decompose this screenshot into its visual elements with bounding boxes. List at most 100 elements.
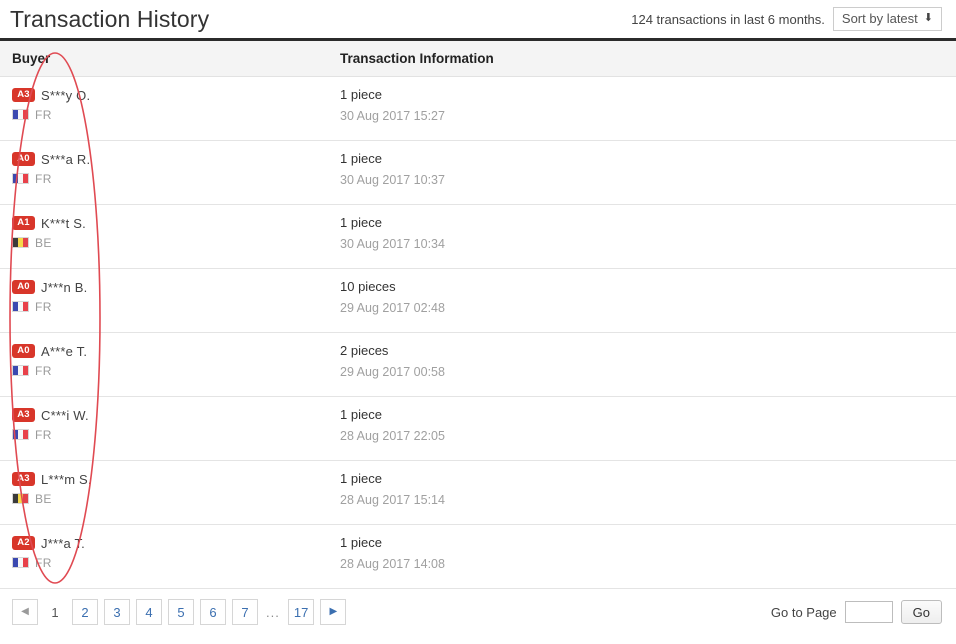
transaction-date: 28 Aug 2017 15:14 (340, 493, 445, 507)
buyer-country-code: BE (35, 491, 52, 506)
pagination-bar: ◀ 1 234567 ... 17 ▶ Go to Page Go (0, 589, 956, 625)
caret-down-icon: ⬇ (923, 12, 933, 24)
transaction-quantity: 1 piece (340, 215, 382, 230)
transaction-date: 29 Aug 2017 00:58 (340, 365, 445, 379)
transaction-info-cell: 10 pieces 29 Aug 2017 02:48 (328, 268, 956, 333)
buyer-identity: A0 A***e T. (12, 343, 328, 359)
flag-fr-icon (12, 109, 29, 120)
buyer-identity: A2 J***a T. (12, 535, 328, 551)
goto-page-group: Go to Page Go (771, 600, 942, 624)
buyer-name: C***i W. (41, 407, 89, 423)
buyer-country-code: BE (35, 235, 52, 250)
buyer-cell: A2 J***a T. FR (0, 524, 328, 589)
transaction-quantity: 1 piece (340, 151, 382, 166)
buyer-rank-badge: A3 (12, 88, 35, 102)
transaction-info-cell: 1 piece 28 Aug 2017 15:14 (328, 460, 956, 525)
transaction-info-cell: 2 pieces 29 Aug 2017 00:58 (328, 332, 956, 397)
transaction-info-cell: 1 piece 28 Aug 2017 22:05 (328, 396, 956, 461)
transaction-date: 28 Aug 2017 22:05 (340, 429, 445, 443)
buyer-country-code: FR (35, 171, 52, 186)
transaction-quantity: 1 piece (340, 535, 382, 550)
buyer-name: J***a T. (41, 535, 85, 551)
pagination-page-17[interactable]: 17 (287, 599, 315, 625)
buyer-cell: A1 K***t S. BE (0, 204, 328, 269)
buyer-name: S***y O. (41, 87, 91, 103)
transaction-summary: 124 transactions in last 6 months. (631, 11, 825, 27)
table-header-row: Buyer Transaction Information (0, 41, 956, 77)
buyer-name: A***e T. (41, 343, 88, 359)
transaction-quantity: 1 piece (340, 407, 382, 422)
sort-by-latest-button[interactable]: Sort by latest ⬇ (832, 7, 942, 31)
buyer-identity: A1 K***t S. (12, 215, 328, 231)
buyer-identity: A3 L***m S. (12, 471, 328, 487)
pagination-controls: ◀ 1 234567 ... 17 ▶ (12, 599, 347, 625)
goto-page-go-button[interactable]: Go (900, 600, 942, 624)
pagination-next-button[interactable]: ▶ (320, 599, 347, 625)
table-row: A0 A***e T. FR 2 pieces 29 Aug 2017 00:58 (0, 332, 956, 397)
table-row: A2 J***a T. FR 1 piece 28 Aug 2017 14:08 (0, 524, 956, 589)
table-body: A3 S***y O. FR 1 piece 30 Aug 2017 15:27 A0 S*… (0, 76, 956, 589)
page-header: Transaction History 124 transactions in … (0, 0, 956, 38)
flag-be-icon (12, 493, 29, 504)
buyer-country: FR (12, 300, 328, 314)
buyer-identity: A0 S***a R. (12, 151, 328, 167)
flag-fr-icon (12, 429, 29, 440)
column-header-transaction-information: Transaction Information (328, 41, 956, 77)
buyer-country-code: FR (35, 107, 52, 122)
buyer-name: S***a R. (41, 151, 91, 167)
transaction-info-cell: 1 piece 30 Aug 2017 10:34 (328, 204, 956, 269)
table-header: Buyer Transaction Information (0, 41, 956, 77)
buyer-country: FR (12, 107, 328, 122)
flag-fr-icon (12, 301, 29, 312)
pagination-page-5[interactable]: 5 (168, 599, 194, 625)
transaction-date: 30 Aug 2017 10:34 (340, 237, 445, 251)
buyer-rank-badge: A0 (12, 152, 35, 166)
flag-fr-icon (12, 557, 29, 568)
buyer-name: L***m S. (41, 471, 92, 487)
goto-page-label: Go to Page (770, 604, 837, 620)
buyer-country-code: FR (35, 555, 52, 570)
buyer-rank-badge: A0 (12, 280, 35, 294)
buyer-country: BE (12, 491, 328, 506)
table-row: A0 S***a R. FR 1 piece 30 Aug 2017 10:37 (0, 140, 956, 205)
buyer-country-code: FR (35, 427, 52, 442)
buyer-country: FR (12, 171, 328, 186)
page-title: Transaction History (10, 5, 210, 32)
buyer-name: K***t S. (41, 215, 86, 231)
transaction-info-cell: 1 piece 28 Aug 2017 14:08 (328, 524, 956, 589)
buyer-identity: A3 S***y O. (12, 87, 328, 103)
buyer-country: FR (12, 555, 328, 570)
transaction-date: 28 Aug 2017 14:08 (340, 557, 445, 571)
buyer-rank-badge: A2 (12, 536, 35, 550)
buyer-cell: A3 C***i W. FR (0, 396, 328, 461)
goto-page-input[interactable] (844, 601, 893, 623)
pagination-prev-button[interactable]: ◀ (12, 599, 38, 625)
pagination-page-4[interactable]: 4 (136, 599, 162, 625)
buyer-country: FR (12, 364, 328, 378)
transaction-date: 29 Aug 2017 02:48 (340, 301, 445, 315)
transaction-date: 30 Aug 2017 10:37 (340, 173, 445, 187)
table-row: A3 L***m S. BE 1 piece 28 Aug 2017 15:14 (0, 460, 956, 525)
pagination-page-6[interactable]: 6 (200, 599, 226, 625)
pagination-page-2[interactable]: 2 (72, 599, 98, 625)
column-header-buyer: Buyer (0, 41, 328, 77)
buyer-cell: A0 A***e T. FR (0, 332, 328, 397)
buyer-rank-badge: A3 (12, 408, 35, 422)
transaction-quantity: 1 piece (340, 471, 382, 486)
buyer-identity: A0 J***n B. (12, 279, 328, 295)
sort-button-label: Sort by latest (841, 11, 918, 26)
transaction-quantity: 10 pieces (340, 279, 396, 294)
buyer-rank-badge: A0 (12, 344, 35, 358)
buyer-country: BE (12, 235, 328, 250)
pagination-page-3[interactable]: 3 (104, 599, 130, 625)
buyer-rank-badge: A1 (12, 216, 35, 230)
transaction-date: 30 Aug 2017 15:27 (340, 109, 445, 123)
buyer-name: J***n B. (41, 279, 88, 295)
buyer-cell: A3 L***m S. BE (0, 460, 328, 525)
buyer-cell: A0 S***a R. FR (0, 140, 328, 205)
transaction-info-cell: 1 piece 30 Aug 2017 15:27 (328, 76, 956, 141)
table-row: A0 J***n B. FR 10 pieces 29 Aug 2017 02:48 (0, 268, 956, 333)
pagination-page-7[interactable]: 7 (232, 599, 258, 625)
transaction-table-container: Buyer Transaction Information A3 S***y O.… (0, 38, 956, 589)
table-row: A3 C***i W. FR 1 piece 28 Aug 2017 22:05 (0, 396, 956, 461)
